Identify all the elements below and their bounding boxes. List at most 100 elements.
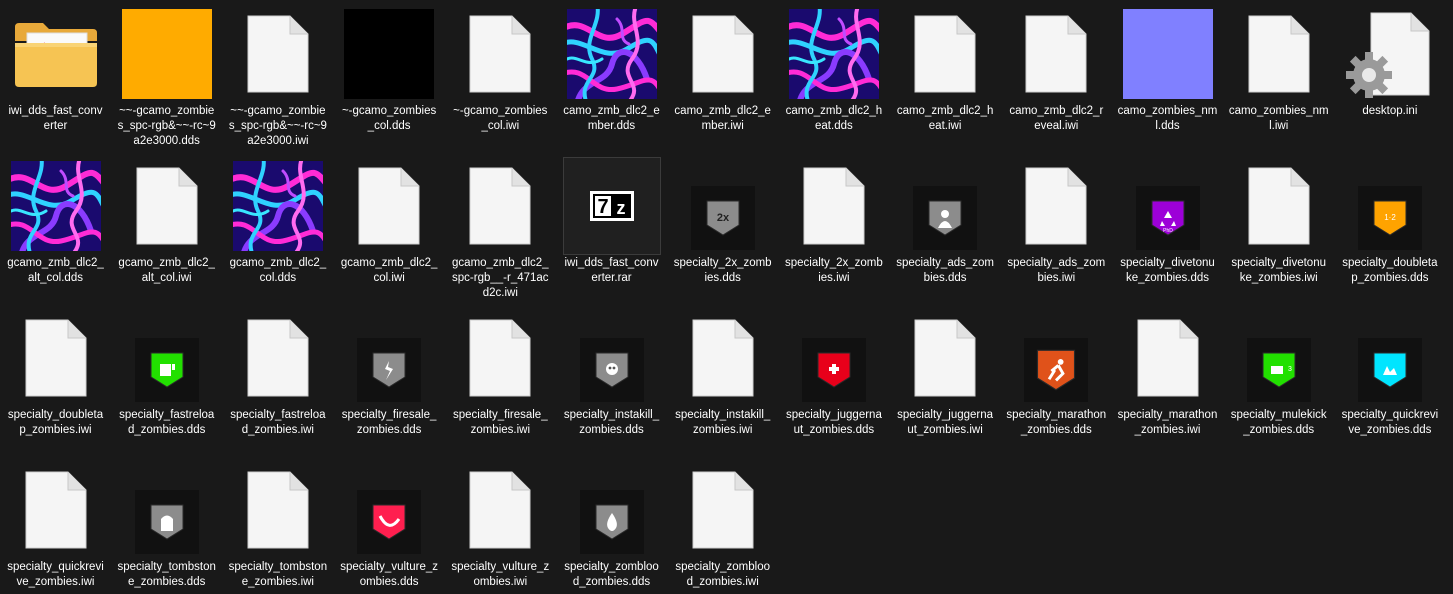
- neon-swirl-thumbnail: [230, 158, 326, 254]
- file-item[interactable]: specialty_tombstone_zombies.iwi: [222, 460, 333, 590]
- file-item[interactable]: specialty_quickrevive_zombies.iwi: [0, 460, 111, 590]
- file-item[interactable]: iwi_dds_fast_converter: [0, 4, 111, 134]
- perk-shield-icon: PhD: [1120, 158, 1216, 254]
- file-name-label: iwi_dds_fast_converter.rar: [564, 257, 659, 284]
- file-name-label: specialty_quickrevive_zombies.dds: [1341, 409, 1439, 436]
- svg-text:z: z: [616, 198, 625, 218]
- file-item[interactable]: specialty_fastreload_zombies.iwi: [222, 308, 333, 438]
- file-item[interactable]: specialty_zomblood_zombies.iwi: [667, 460, 778, 590]
- file-item[interactable]: specialty_divetonuke_zombies.iwi: [1223, 156, 1334, 286]
- perk-shield-icon: [1342, 310, 1438, 406]
- file-item[interactable]: specialty_ads_zombies.dds: [890, 156, 1001, 286]
- file-item[interactable]: specialty_juggernaut_zombies.iwi: [890, 308, 1001, 438]
- perk-shield-icon: [786, 310, 882, 406]
- file-name-label: specialty_2x_zombies.dds: [673, 257, 772, 284]
- blank-file-icon: [119, 158, 215, 254]
- 7z-archive-icon: 7 z: [562, 157, 661, 255]
- file-item[interactable]: gcamo_zmb_dlc2_col.iwi: [334, 156, 445, 286]
- file-item[interactable]: gcamo_zmb_dlc2_alt_col.iwi: [111, 156, 222, 286]
- blank-file-icon: [8, 462, 104, 558]
- file-item[interactable]: ~-gcamo_zombies_col.iwi: [445, 4, 556, 134]
- file-item[interactable]: specialty_firesale_zombies.dds: [334, 308, 445, 438]
- blank-file-icon: [230, 6, 326, 102]
- file-item[interactable]: PhD specialty_divetonuke_zombies.dds: [1112, 156, 1223, 286]
- file-item[interactable]: specialty_juggernaut_zombies.dds: [778, 308, 889, 438]
- perk-shield-icon: [564, 462, 660, 558]
- perk-shield-icon: 1·2: [1342, 158, 1438, 254]
- file-name-label: iwi_dds_fast_converter: [8, 105, 103, 132]
- blank-file-icon: [230, 462, 326, 558]
- file-name-label: desktop.ini: [1362, 105, 1418, 117]
- file-item[interactable]: gcamo_zmb_dlc2_alt_col.dds: [0, 156, 111, 286]
- file-name-label: specialty_tombstone_zombies.iwi: [228, 561, 328, 588]
- blank-file-icon: [897, 310, 993, 406]
- file-item[interactable]: desktop.ini: [1334, 4, 1445, 119]
- blank-file-icon: [452, 310, 548, 406]
- file-item[interactable]: specialty_zomblood_zombies.dds: [556, 460, 667, 590]
- file-item[interactable]: ~-gcamo_zombies_col.dds: [334, 4, 445, 134]
- neon-swirl-thumbnail: [8, 158, 104, 254]
- file-name-label: camo_zmb_dlc2_heat.iwi: [896, 105, 994, 132]
- file-item[interactable]: specialty_firesale_zombies.iwi: [445, 308, 556, 438]
- blank-file-icon: [1231, 6, 1327, 102]
- neon-swirl-thumbnail: [564, 6, 660, 102]
- file-name-label: gcamo_zmb_dlc2_col.iwi: [340, 257, 438, 284]
- file-item[interactable]: specialty_fastreload_zombies.dds: [111, 308, 222, 438]
- neon-swirl-thumbnail: [786, 6, 882, 102]
- file-name-label: specialty_fastreload_zombies.iwi: [230, 409, 326, 436]
- perk-shield-icon: [341, 310, 437, 406]
- blank-file-icon: [452, 6, 548, 102]
- file-item[interactable]: 2x specialty_2x_zombies.dds: [667, 156, 778, 286]
- file-item[interactable]: camo_zmb_dlc2_heat.dds: [778, 4, 889, 134]
- file-name-label: specialty_zomblood_zombies.iwi: [675, 561, 770, 588]
- file-item[interactable]: camo_zombies_nml.dds: [1112, 4, 1223, 134]
- file-item[interactable]: specialty_marathon_zombies.dds: [1001, 308, 1112, 438]
- file-name-label: gcamo_zmb_dlc2_alt_col.dds: [7, 257, 104, 284]
- perk-shield-icon: 3: [1231, 310, 1327, 406]
- blank-file-icon: [1120, 310, 1216, 406]
- file-name-label: specialty_vulture_zombies.dds: [340, 561, 438, 588]
- file-item[interactable]: ~~-gcamo_zombies_spc-rgb&~~-rc~9a2e3000.…: [111, 4, 222, 149]
- file-item[interactable]: specialty_vulture_zombies.iwi: [445, 460, 556, 590]
- file-item[interactable]: specialty_tombstone_zombies.dds: [111, 460, 222, 590]
- orange-square-thumbnail: [119, 6, 215, 102]
- file-name-label: specialty_divetonuke_zombies.iwi: [1231, 257, 1326, 284]
- perk-shield-icon: 2x: [675, 158, 771, 254]
- file-item[interactable]: gcamo_zmb_dlc2_spc-rgb__-r_471acd2c.iwi: [445, 156, 556, 301]
- file-name-label: ~-gcamo_zombies_col.iwi: [453, 105, 548, 132]
- file-item[interactable]: gcamo_zmb_dlc2_col.dds: [222, 156, 333, 286]
- file-item[interactable]: 7 z iwi_dds_fast_converter.rar: [556, 156, 667, 286]
- blank-file-icon: [452, 158, 548, 254]
- svg-text:3: 3: [1288, 366, 1292, 373]
- file-name-label: gcamo_zmb_dlc2_col.dds: [229, 257, 327, 284]
- file-name-label: specialty_zomblood_zombies.dds: [564, 561, 659, 588]
- file-name-label: ~~-gcamo_zombies_spc-rgb&~~-rc~9a2e3000.…: [117, 105, 216, 147]
- file-item[interactable]: specialty_marathon_zombies.iwi: [1112, 308, 1223, 438]
- file-name-label: specialty_juggernaut_zombies.dds: [785, 409, 882, 436]
- file-item[interactable]: camo_zmb_dlc2_reveal.iwi: [1001, 4, 1112, 134]
- file-name-label: gcamo_zmb_dlc2_alt_col.iwi: [118, 257, 215, 284]
- file-item[interactable]: specialty_quickrevive_zombies.dds: [1334, 308, 1445, 438]
- blank-file-icon: [341, 158, 437, 254]
- blank-file-icon: [675, 310, 771, 406]
- file-item[interactable]: camo_zmb_dlc2_heat.iwi: [890, 4, 1001, 134]
- file-item[interactable]: 3 specialty_mulekick_zombies.dds: [1223, 308, 1334, 438]
- file-name-label: specialty_juggernaut_zombies.iwi: [897, 409, 994, 436]
- file-item[interactable]: specialty_2x_zombies.iwi: [778, 156, 889, 286]
- file-item[interactable]: specialty_instakill_zombies.dds: [556, 308, 667, 438]
- svg-text:7: 7: [597, 196, 608, 218]
- file-item[interactable]: camo_zmb_dlc2_ember.dds: [556, 4, 667, 134]
- file-item[interactable]: camo_zmb_dlc2_ember.iwi: [667, 4, 778, 134]
- file-item[interactable]: specialty_vulture_zombies.dds: [334, 460, 445, 590]
- blank-file-icon: [1231, 158, 1327, 254]
- file-item[interactable]: ~~-gcamo_zombies_spc-rgb&~~-rc~9a2e3000.…: [222, 4, 333, 149]
- blank-file-icon: [1008, 158, 1104, 254]
- file-name-label: specialty_divetonuke_zombies.dds: [1120, 257, 1215, 284]
- file-item[interactable]: specialty_instakill_zombies.iwi: [667, 308, 778, 438]
- folder-icon: [8, 6, 104, 102]
- file-name-label: camo_zmb_dlc2_ember.iwi: [674, 105, 771, 132]
- file-item[interactable]: camo_zombies_nml.iwi: [1223, 4, 1334, 134]
- file-item[interactable]: 1·2 specialty_doubletap_zombies.dds: [1334, 156, 1445, 286]
- file-item[interactable]: specialty_ads_zombies.iwi: [1001, 156, 1112, 286]
- file-item[interactable]: specialty_doubletap_zombies.iwi: [0, 308, 111, 438]
